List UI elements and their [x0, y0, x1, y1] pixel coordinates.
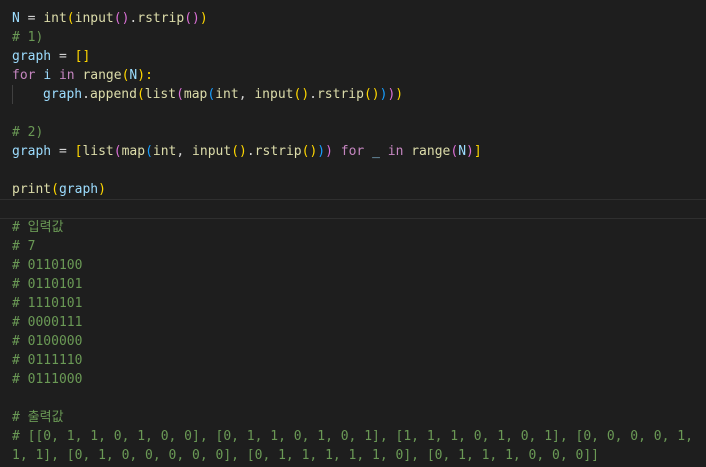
code-line[interactable]: # 1110101 [12, 294, 706, 313]
code-line[interactable] [12, 199, 706, 218]
code-line[interactable]: graph.append(list(map(int, input().rstri… [12, 85, 706, 104]
code-line[interactable]: # 0111110 [12, 351, 706, 370]
code-editor[interactable]: N = int(input().rstrip()) # 1) graph = [… [0, 0, 706, 467]
code-line[interactable]: # [[0, 1, 1, 0, 1, 0, 0], [0, 1, 1, 0, 1… [12, 427, 706, 465]
code-line[interactable]: print(graph) [12, 180, 706, 199]
code-line[interactable]: # 0000111 [12, 313, 706, 332]
code-line[interactable]: # 입력값 [12, 218, 706, 237]
code-line[interactable]: # 0100000 [12, 332, 706, 351]
code-line[interactable] [12, 389, 706, 408]
code-line[interactable]: # 0110100 [12, 256, 706, 275]
code-line[interactable]: N = int(input().rstrip()) [12, 9, 706, 28]
code-line[interactable]: for i in range(N): [12, 66, 706, 85]
code-line[interactable]: # 0110101 [12, 275, 706, 294]
code-area[interactable]: N = int(input().rstrip()) # 1) graph = [… [12, 9, 706, 465]
code-line[interactable] [12, 161, 706, 180]
code-line[interactable]: # 출력값 [12, 408, 706, 427]
code-line[interactable]: # 2) [12, 123, 706, 142]
code-line[interactable]: # 7 [12, 237, 706, 256]
code-line[interactable]: # 1) [12, 28, 706, 47]
code-line[interactable]: # 0111000 [12, 370, 706, 389]
code-line[interactable] [12, 104, 706, 123]
code-line[interactable]: graph = [] [12, 47, 706, 66]
code-line[interactable]: graph = [list(map(int, input().rstrip())… [12, 142, 706, 161]
